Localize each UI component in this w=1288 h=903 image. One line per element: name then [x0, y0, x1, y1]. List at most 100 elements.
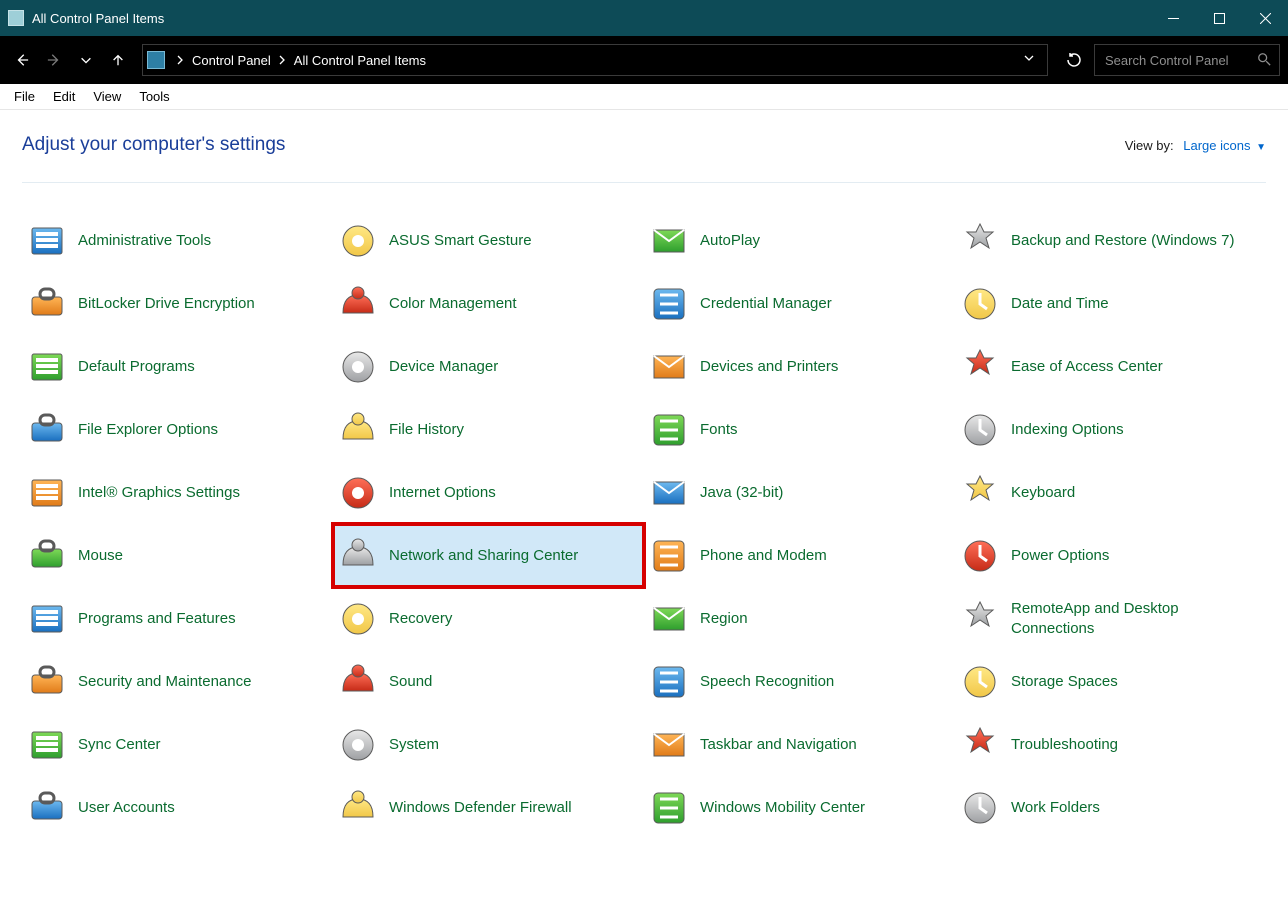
cp-item-label: Color Management — [389, 294, 517, 314]
cp-item-label: BitLocker Drive Encryption — [78, 294, 255, 314]
menu-view[interactable]: View — [85, 86, 129, 107]
cp-item-file-history[interactable]: File History — [333, 398, 644, 461]
cp-item-label: Recovery — [389, 609, 452, 629]
up-button[interactable] — [104, 46, 132, 74]
cp-item-label: Phone and Modem — [700, 546, 827, 566]
cp-item-intel-graphics-settings[interactable]: Intel® Graphics Settings — [22, 461, 333, 524]
cp-item-default-programs[interactable]: Default Programs — [22, 335, 333, 398]
menu-edit[interactable]: Edit — [45, 86, 83, 107]
cp-item-icon — [333, 720, 383, 770]
cp-item-label: File Explorer Options — [78, 420, 218, 440]
cp-item-icon — [333, 531, 383, 581]
cp-item-troubleshooting[interactable]: Troubleshooting — [955, 713, 1266, 776]
cp-item-sound[interactable]: Sound — [333, 650, 644, 713]
menubar: File Edit View Tools — [0, 84, 1288, 110]
cp-item-label: Mouse — [78, 546, 123, 566]
cp-item-user-accounts[interactable]: User Accounts — [22, 776, 333, 839]
cp-item-label: AutoPlay — [700, 231, 760, 251]
cp-item-date-and-time[interactable]: Date and Time — [955, 272, 1266, 335]
cp-item-fonts[interactable]: Fonts — [644, 398, 955, 461]
chevron-right-icon[interactable] — [279, 55, 286, 65]
cp-item-speech-recognition[interactable]: Speech Recognition — [644, 650, 955, 713]
cp-item-label: Keyboard — [1011, 483, 1075, 503]
address-dropdown-button[interactable] — [1023, 51, 1035, 69]
cp-item-system[interactable]: System — [333, 713, 644, 776]
address-bar[interactable]: Control Panel All Control Panel Items — [142, 44, 1048, 76]
cp-item-power-options[interactable]: Power Options — [955, 524, 1266, 587]
cp-item-label: Devices and Printers — [700, 357, 838, 377]
cp-item-color-management[interactable]: Color Management — [333, 272, 644, 335]
cp-item-network-and-sharing-center[interactable]: Network and Sharing Center — [333, 524, 644, 587]
cp-item-icon — [955, 720, 1005, 770]
cp-item-credential-manager[interactable]: Credential Manager — [644, 272, 955, 335]
cp-item-indexing-options[interactable]: Indexing Options — [955, 398, 1266, 461]
cp-item-label: Administrative Tools — [78, 231, 211, 251]
cp-item-windows-mobility-center[interactable]: Windows Mobility Center — [644, 776, 955, 839]
maximize-button[interactable] — [1196, 0, 1242, 36]
page-heading: Adjust your computer's settings — [22, 134, 285, 156]
cp-item-icon — [955, 657, 1005, 707]
cp-item-icon — [333, 405, 383, 455]
back-button[interactable] — [8, 46, 36, 74]
cp-item-backup-and-restore-windows-7[interactable]: Backup and Restore (Windows 7) — [955, 209, 1266, 272]
cp-item-label: Storage Spaces — [1011, 672, 1118, 692]
cp-item-icon — [644, 531, 694, 581]
search-input[interactable] — [1103, 52, 1243, 69]
cp-item-icon — [333, 216, 383, 266]
cp-item-storage-spaces[interactable]: Storage Spaces — [955, 650, 1266, 713]
cp-item-label: Sync Center — [78, 735, 161, 755]
cp-item-asus-smart-gesture[interactable]: ASUS Smart Gesture — [333, 209, 644, 272]
cp-item-recovery[interactable]: Recovery — [333, 587, 644, 650]
chevron-right-icon[interactable] — [177, 55, 184, 65]
cp-item-label: Intel® Graphics Settings — [78, 483, 240, 503]
cp-item-java-32-bit[interactable]: Java (32-bit) — [644, 461, 955, 524]
search-box[interactable] — [1094, 44, 1280, 76]
minimize-button[interactable] — [1150, 0, 1196, 36]
cp-item-programs-and-features[interactable]: Programs and Features — [22, 587, 333, 650]
cp-item-administrative-tools[interactable]: Administrative Tools — [22, 209, 333, 272]
cp-item-autoplay[interactable]: AutoPlay — [644, 209, 955, 272]
cp-item-icon — [955, 531, 1005, 581]
cp-item-mouse[interactable]: Mouse — [22, 524, 333, 587]
cp-item-label: Taskbar and Navigation — [700, 735, 857, 755]
navbar: Control Panel All Control Panel Items — [0, 36, 1288, 84]
cp-item-label: Work Folders — [1011, 798, 1100, 818]
cp-item-file-explorer-options[interactable]: File Explorer Options — [22, 398, 333, 461]
cp-item-windows-defender-firewall[interactable]: Windows Defender Firewall — [333, 776, 644, 839]
recent-locations-button[interactable] — [72, 46, 100, 74]
cp-item-keyboard[interactable]: Keyboard — [955, 461, 1266, 524]
breadcrumb-all-items[interactable]: All Control Panel Items — [292, 51, 428, 70]
cp-item-icon — [644, 720, 694, 770]
cp-item-ease-of-access-center[interactable]: Ease of Access Center — [955, 335, 1266, 398]
cp-item-icon — [955, 468, 1005, 518]
cp-item-device-manager[interactable]: Device Manager — [333, 335, 644, 398]
cp-item-label: File History — [389, 420, 464, 440]
breadcrumb-control-panel[interactable]: Control Panel — [190, 51, 273, 70]
menu-tools[interactable]: Tools — [131, 86, 177, 107]
cp-item-icon — [644, 594, 694, 644]
cp-item-label: Default Programs — [78, 357, 195, 377]
cp-item-work-folders[interactable]: Work Folders — [955, 776, 1266, 839]
forward-button[interactable] — [40, 46, 68, 74]
cp-item-sync-center[interactable]: Sync Center — [22, 713, 333, 776]
cp-item-region[interactable]: Region — [644, 587, 955, 650]
view-by-dropdown[interactable]: Large icons ▼ — [1183, 138, 1266, 153]
menu-file[interactable]: File — [6, 86, 43, 107]
cp-item-remoteapp-and-desktop-connections[interactable]: RemoteApp and Desktop Connections — [955, 587, 1266, 650]
cp-item-taskbar-and-navigation[interactable]: Taskbar and Navigation — [644, 713, 955, 776]
refresh-button[interactable] — [1058, 44, 1090, 76]
cp-item-label: Date and Time — [1011, 294, 1109, 314]
cp-item-label: Windows Defender Firewall — [389, 798, 572, 818]
cp-item-bitlocker-drive-encryption[interactable]: BitLocker Drive Encryption — [22, 272, 333, 335]
cp-item-label: Troubleshooting — [1011, 735, 1118, 755]
cp-item-icon — [644, 216, 694, 266]
cp-item-label: Credential Manager — [700, 294, 832, 314]
cp-item-icon — [644, 783, 694, 833]
close-button[interactable] — [1242, 0, 1288, 36]
cp-item-phone-and-modem[interactable]: Phone and Modem — [644, 524, 955, 587]
cp-item-label: Region — [700, 609, 748, 629]
control-panel-app-icon — [8, 10, 24, 26]
cp-item-devices-and-printers[interactable]: Devices and Printers — [644, 335, 955, 398]
cp-item-internet-options[interactable]: Internet Options — [333, 461, 644, 524]
cp-item-security-and-maintenance[interactable]: Security and Maintenance — [22, 650, 333, 713]
